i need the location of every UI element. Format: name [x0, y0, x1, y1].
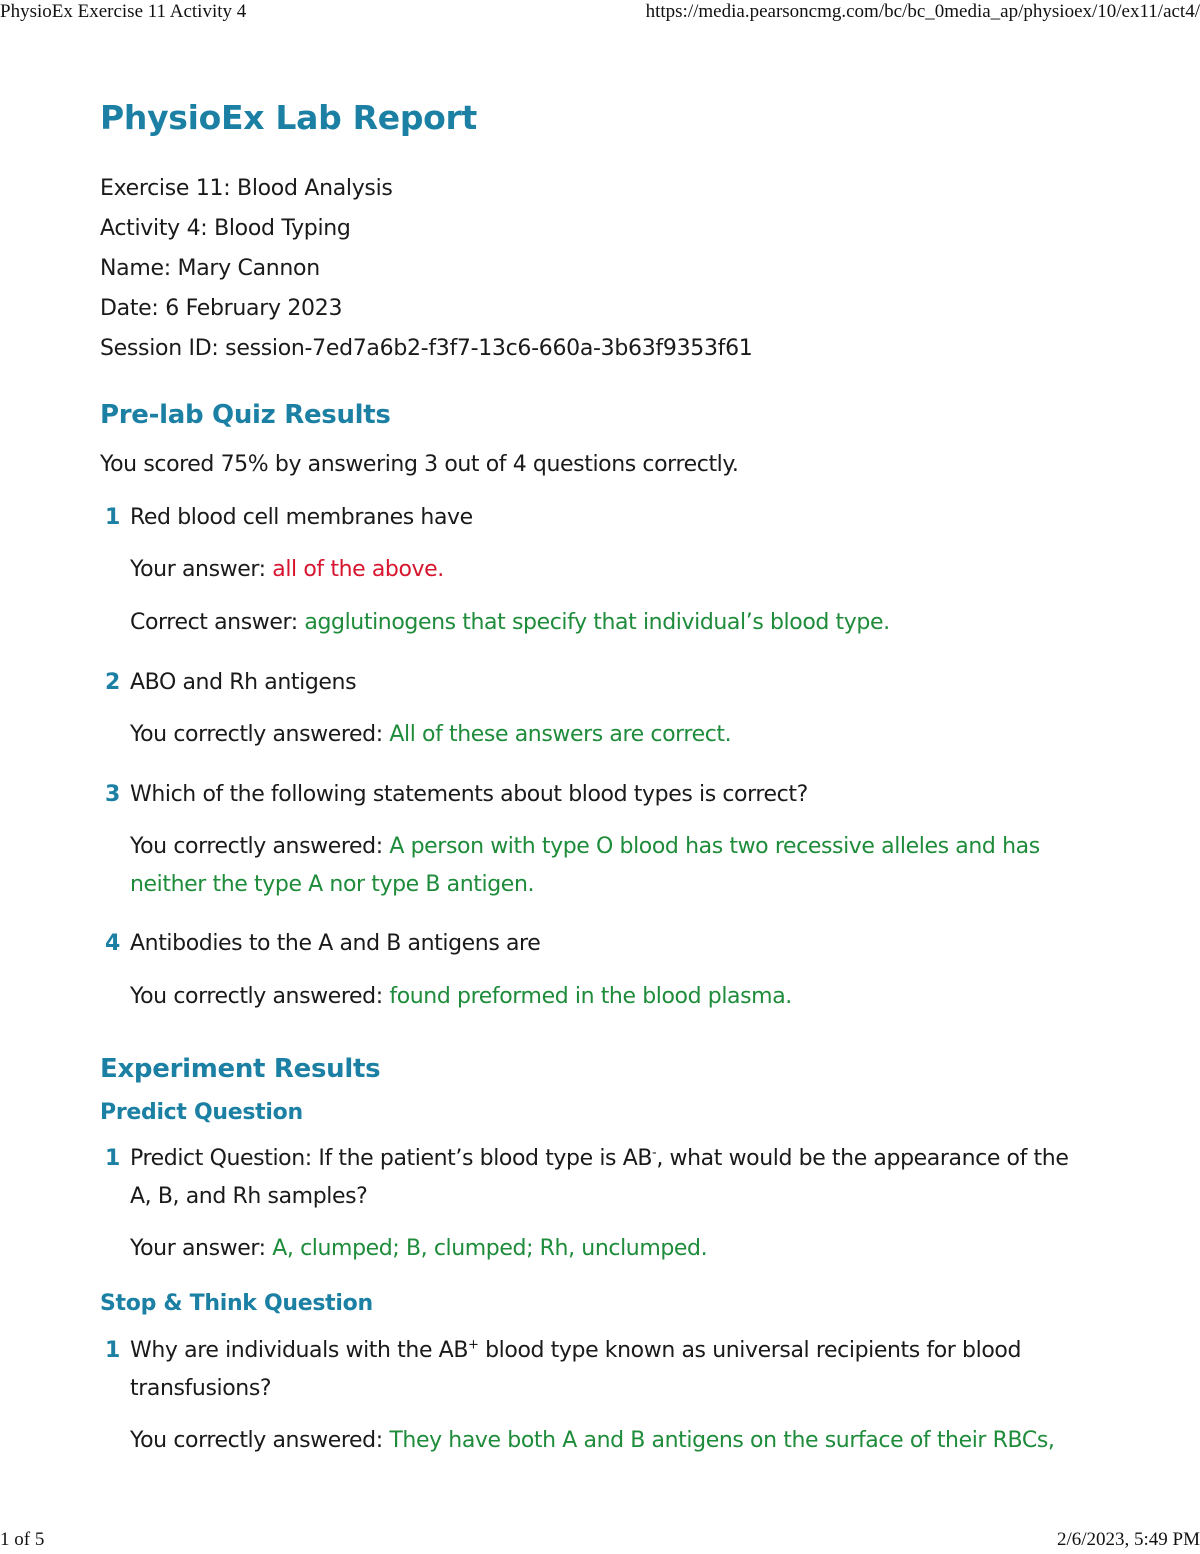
- answer-label: Your answer:: [130, 557, 273, 582]
- question-text-part: , what would be the appearance of the: [656, 1146, 1069, 1171]
- session-id-line: Session ID: session-7ed7a6b2-f3f7-13c6-6…: [100, 336, 753, 361]
- question-text: Which of the following statements about …: [130, 782, 808, 807]
- question-number: 1: [105, 1338, 121, 1363]
- question-text: Antibodies to the A and B antigens are: [130, 931, 541, 956]
- your-answer: You correctly answered: A person with ty…: [130, 834, 1040, 859]
- question-number: 3: [105, 782, 121, 807]
- activity-line: Activity 4: Blood Typing: [100, 216, 351, 241]
- question-text: Predict Question: If the patient’s blood…: [130, 1146, 1069, 1171]
- correct-answer-continued: neither the type A nor type B antigen.: [130, 872, 535, 897]
- print-datetime: 2/6/2023, 5:49 PM: [1056, 1529, 1200, 1550]
- prelab-heading: Pre-lab Quiz Results: [100, 400, 391, 430]
- print-footer: 1 of 5 2/6/2023, 5:49 PM: [0, 1528, 1200, 1554]
- answer-label: You correctly answered:: [130, 984, 390, 1009]
- question-text-continued: transfusions?: [130, 1376, 272, 1401]
- predict-heading: Predict Question: [100, 1100, 303, 1125]
- answer-label: You correctly answered:: [130, 1428, 390, 1453]
- name-line: Name: Mary Cannon: [100, 256, 320, 281]
- question-text-part: Why are individuals with the AB: [130, 1338, 469, 1363]
- print-header-title: PhysioEx Exercise 11 Activity 4: [0, 1, 247, 22]
- prelab-score: You scored 75% by answering 3 out of 4 q…: [100, 452, 739, 477]
- correct-label: Correct answer:: [130, 610, 305, 635]
- answer-label: You correctly answered:: [130, 834, 390, 859]
- answer-label: You correctly answered:: [130, 722, 390, 747]
- question-number: 1: [105, 505, 121, 530]
- question-text: Red blood cell membranes have: [130, 505, 473, 530]
- question-number: 2: [105, 670, 121, 695]
- question-text-continued: A, B, and Rh samples?: [130, 1184, 368, 1209]
- correct-answer: Correct answer: agglutinogens that speci…: [130, 610, 890, 635]
- answer-text: They have both A and B antigens on the s…: [389, 1428, 1055, 1453]
- your-answer: Your answer: all of the above.: [130, 557, 444, 582]
- your-answer: You correctly answered: All of these ans…: [130, 722, 732, 747]
- correct-answer-text: All of these answers are correct.: [389, 722, 732, 747]
- correct-answer-text: agglutinogens that specify that individu…: [304, 610, 890, 635]
- your-answer: You correctly answered: They have both A…: [130, 1428, 1055, 1453]
- question-text-part: Predict Question: If the patient’s blood…: [130, 1146, 653, 1171]
- superscript: +: [468, 1337, 479, 1353]
- question-number: 4: [105, 931, 121, 956]
- date-line: Date: 6 February 2023: [100, 296, 343, 321]
- answer-label: Your answer:: [130, 1236, 273, 1261]
- your-answer: You correctly answered: found preformed …: [130, 984, 792, 1009]
- wrong-answer: all of the above.: [272, 557, 444, 582]
- question-text-part: blood type known as universal recipients…: [478, 1338, 1022, 1363]
- question-number: 1: [105, 1146, 121, 1171]
- page-title: PhysioEx Lab Report: [100, 98, 477, 137]
- print-header: PhysioEx Exercise 11 Activity 4 https://…: [0, 0, 1200, 26]
- page-count: 1 of 5: [0, 1529, 45, 1550]
- question-text: ABO and Rh antigens: [130, 670, 357, 695]
- exercise-line: Exercise 11: Blood Analysis: [100, 176, 393, 201]
- question-text: Why are individuals with the AB+ blood t…: [130, 1338, 1021, 1363]
- print-header-url: https://media.pearsoncmg.com/bc/bc_0medi…: [645, 1, 1200, 22]
- your-answer: Your answer: A, clumped; B, clumped; Rh,…: [130, 1236, 708, 1261]
- correct-answer-text: A person with type O blood has two reces…: [389, 834, 1040, 859]
- correct-answer-text: found preformed in the blood plasma.: [389, 984, 792, 1009]
- answer-text: A, clumped; B, clumped; Rh, unclumped.: [272, 1236, 708, 1261]
- stop-think-heading: Stop & Think Question: [100, 1291, 373, 1316]
- experiment-heading: Experiment Results: [100, 1054, 381, 1084]
